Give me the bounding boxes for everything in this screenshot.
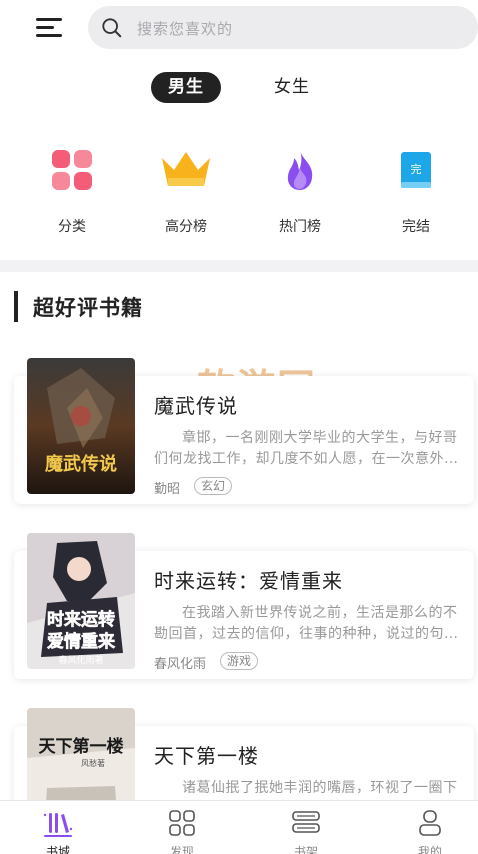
svg-text:天下第一楼: 天下第一楼 (39, 736, 124, 757)
nav-label: 我的 (417, 845, 442, 854)
svg-text:魔武传说: 魔武传说 (45, 453, 117, 475)
book-cover[interactable]: 魔武传说 (27, 358, 135, 494)
top-bar: 搜索您喜欢的 (0, 0, 478, 56)
book-cover[interactable]: 时来运转 爱情重来 春风化雨著 (27, 533, 135, 669)
book-tag: 游戏 (220, 652, 259, 670)
book-icon: 完 (401, 152, 431, 188)
svg-text:风愁著: 风愁著 (81, 758, 105, 768)
nav-label: 书架 (293, 845, 318, 854)
discover-icon (169, 810, 195, 836)
category-hot[interactable]: 热门榜 (253, 144, 343, 244)
svg-text:完: 完 (411, 162, 422, 176)
category-label: 热门榜 (279, 219, 321, 235)
book-description: 章邯，一名刚刚大学毕业的大学生，与好哥们何龙找工作，却几度不如人愿，在一次意外… (154, 430, 459, 467)
profile-icon (419, 810, 441, 836)
crown-icon (162, 152, 210, 186)
category-row: 分类 高分榜 热门榜 完 完结 (0, 144, 478, 244)
bookshelf-icon (292, 811, 320, 833)
book-title[interactable]: 魔武传说 (154, 390, 238, 419)
book-card[interactable]: 魔武传说 魔武传说 章邯，一名刚刚大学毕业的大学生，与好哥们何龙找工作，却几度不… (14, 358, 474, 504)
svg-text:爱情重来: 爱情重来 (47, 631, 116, 652)
bottom-nav: 书城 发现 书架 我的 (0, 800, 478, 854)
svg-text:春风化雨著: 春风化雨著 (58, 654, 103, 666)
category-finished[interactable]: 完 完结 (369, 144, 459, 244)
category-top-rated[interactable]: 高分榜 (139, 144, 229, 244)
book-title[interactable]: 时来运转：爱情重来 (154, 565, 343, 594)
grid-icon (52, 150, 92, 190)
nav-label: 发现 (169, 845, 194, 854)
nav-bookshelf[interactable]: 书架 (261, 801, 351, 854)
category-label: 高分榜 (165, 219, 207, 235)
nav-label: 书城 (45, 845, 70, 854)
section-divider (0, 260, 478, 272)
book-card[interactable]: 时来运转 爱情重来 春风化雨著 时来运转：爱情重来 在我踏入新世界传说之前，生活… (14, 533, 474, 679)
category-label: 完结 (402, 219, 430, 235)
search-icon (102, 18, 122, 38)
flame-icon (287, 150, 313, 190)
menu-icon[interactable] (36, 16, 64, 38)
section-title: 超好评书籍 (33, 296, 143, 320)
tab-female[interactable]: 女生 (262, 72, 322, 103)
nav-profile[interactable]: 我的 (385, 801, 475, 854)
search-input[interactable]: 搜索您喜欢的 (88, 6, 478, 49)
category-label: 分类 (58, 219, 86, 235)
book-author: 春风化雨 (154, 657, 207, 672)
search-placeholder: 搜索您喜欢的 (137, 20, 234, 38)
bookstore-icon (43, 813, 73, 837)
book-tag: 玄幻 (194, 477, 233, 495)
tab-male[interactable]: 男生 (151, 72, 221, 103)
category-classify[interactable]: 分类 (25, 144, 115, 244)
gender-tabs: 男生 女生 (0, 72, 478, 104)
book-author: 勤昭 (154, 482, 181, 497)
book-title[interactable]: 天下第一楼 (154, 740, 259, 769)
svg-text:时来运转: 时来运转 (47, 609, 115, 630)
book-description: 在我踏入新世界传说之前，生活是那么的不勘回首，过去的信仰，往事的种种，说过的句… (154, 605, 459, 642)
nav-bookstore[interactable]: 书城 (13, 801, 103, 854)
nav-discover[interactable]: 发现 (137, 801, 227, 854)
